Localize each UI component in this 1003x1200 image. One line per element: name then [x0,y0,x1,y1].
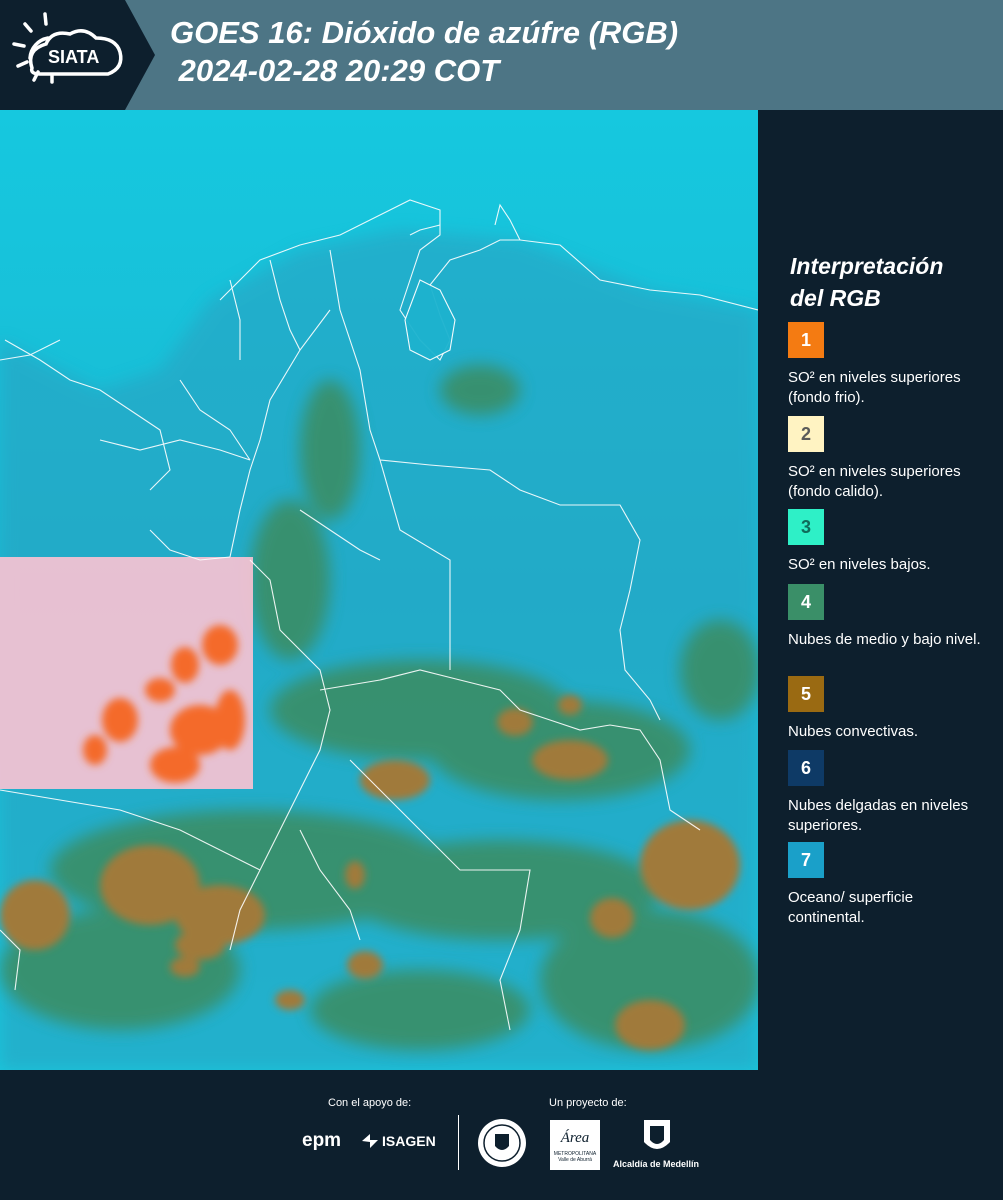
area-metropolitana-logo: Área METROPOLITANA Valle de Aburrá [550,1120,600,1170]
page-title: GOES 16: Dióxido de azúfre (RGB) 2024-02… [170,14,678,90]
legend-swatch-7: 7 [788,842,824,878]
legend-item-7: 7 Oceano/ superficie continental. [788,842,988,928]
legend-panel: Interpretación del RGB 1 SO² en niveles … [760,110,1003,1070]
support-label: Con el apoyo de: [328,1097,412,1109]
legend-title: Interpretación del RGB [790,250,990,314]
title-line-1: GOES 16: Dióxido de azúfre (RGB) [170,15,679,50]
legend-swatch-3: 3 [788,509,824,545]
title-line-2: 2024-02-28 20:29 COT [170,53,500,88]
legend-label-2: SO² en niveles superiores (fondo calido)… [788,463,961,500]
legend-item-2: 2 SO² en niveles superiores (fondo calid… [788,416,988,502]
project-label: Un proyecto de: [549,1097,627,1109]
legend-label-4: Nubes de medio y bajo nivel. [788,631,981,648]
area-sub-2: Valle de Aburrá [558,1157,592,1163]
legend-title-line-1: Interpretación [790,253,944,279]
satellite-map [0,110,758,1070]
legend-title-line-2: del RGB [790,285,881,311]
isagen-text: ISAGEN [382,1133,436,1149]
legend-item-1: 1 SO² en niveles superiores (fondo frio)… [788,322,988,408]
alcaldia-text: Alcaldía de Medellín [613,1159,700,1169]
legend-item-6: 6 Nubes delgadas en niveles superiores. [788,750,988,836]
so2-region [0,557,253,789]
legend-item-4: 4 Nubes de medio y bajo nivel. [788,584,988,650]
map-canvas [0,110,758,1070]
legend-label-5: Nubes convectivas. [788,723,919,740]
legend-swatch-6: 6 [788,750,824,786]
alcaldia-shield-icon [644,1120,670,1149]
footer-bar: Con el apoyo de: Un proyecto de: epm ISA… [0,1070,1003,1200]
logo-text: SIATA [48,47,99,67]
legend-swatch-1: 1 [788,322,824,358]
epm-logo: epm [302,1130,342,1151]
legend-label-1: SO² en niveles superiores (fondo frio). [788,369,961,406]
isagen-logo: ISAGEN [360,1132,436,1150]
legend-label-6: Nubes delgadas en niveles superiores. [788,797,969,834]
legend-swatch-2: 2 [788,416,824,452]
legend-item-3: 3 SO² en niveles bajos. [788,509,988,575]
isagen-icon [362,1134,378,1148]
header-bar: SIATA GOES 16: Dióxido de azúfre (RGB) 2… [0,0,1003,110]
medellin-seal-icon [478,1119,526,1167]
legend-label-3: SO² en niveles bajos. [788,556,931,573]
logo-panel: SIATA [0,0,155,110]
legend-swatch-5: 5 [788,676,824,712]
legend-label-7: Oceano/ superficie continental. [788,889,914,926]
footer-divider [458,1115,459,1170]
legend-swatch-4: 4 [788,584,824,620]
legend-item-5: 5 Nubes convectivas. [788,676,988,742]
area-name: Área [560,1130,590,1146]
